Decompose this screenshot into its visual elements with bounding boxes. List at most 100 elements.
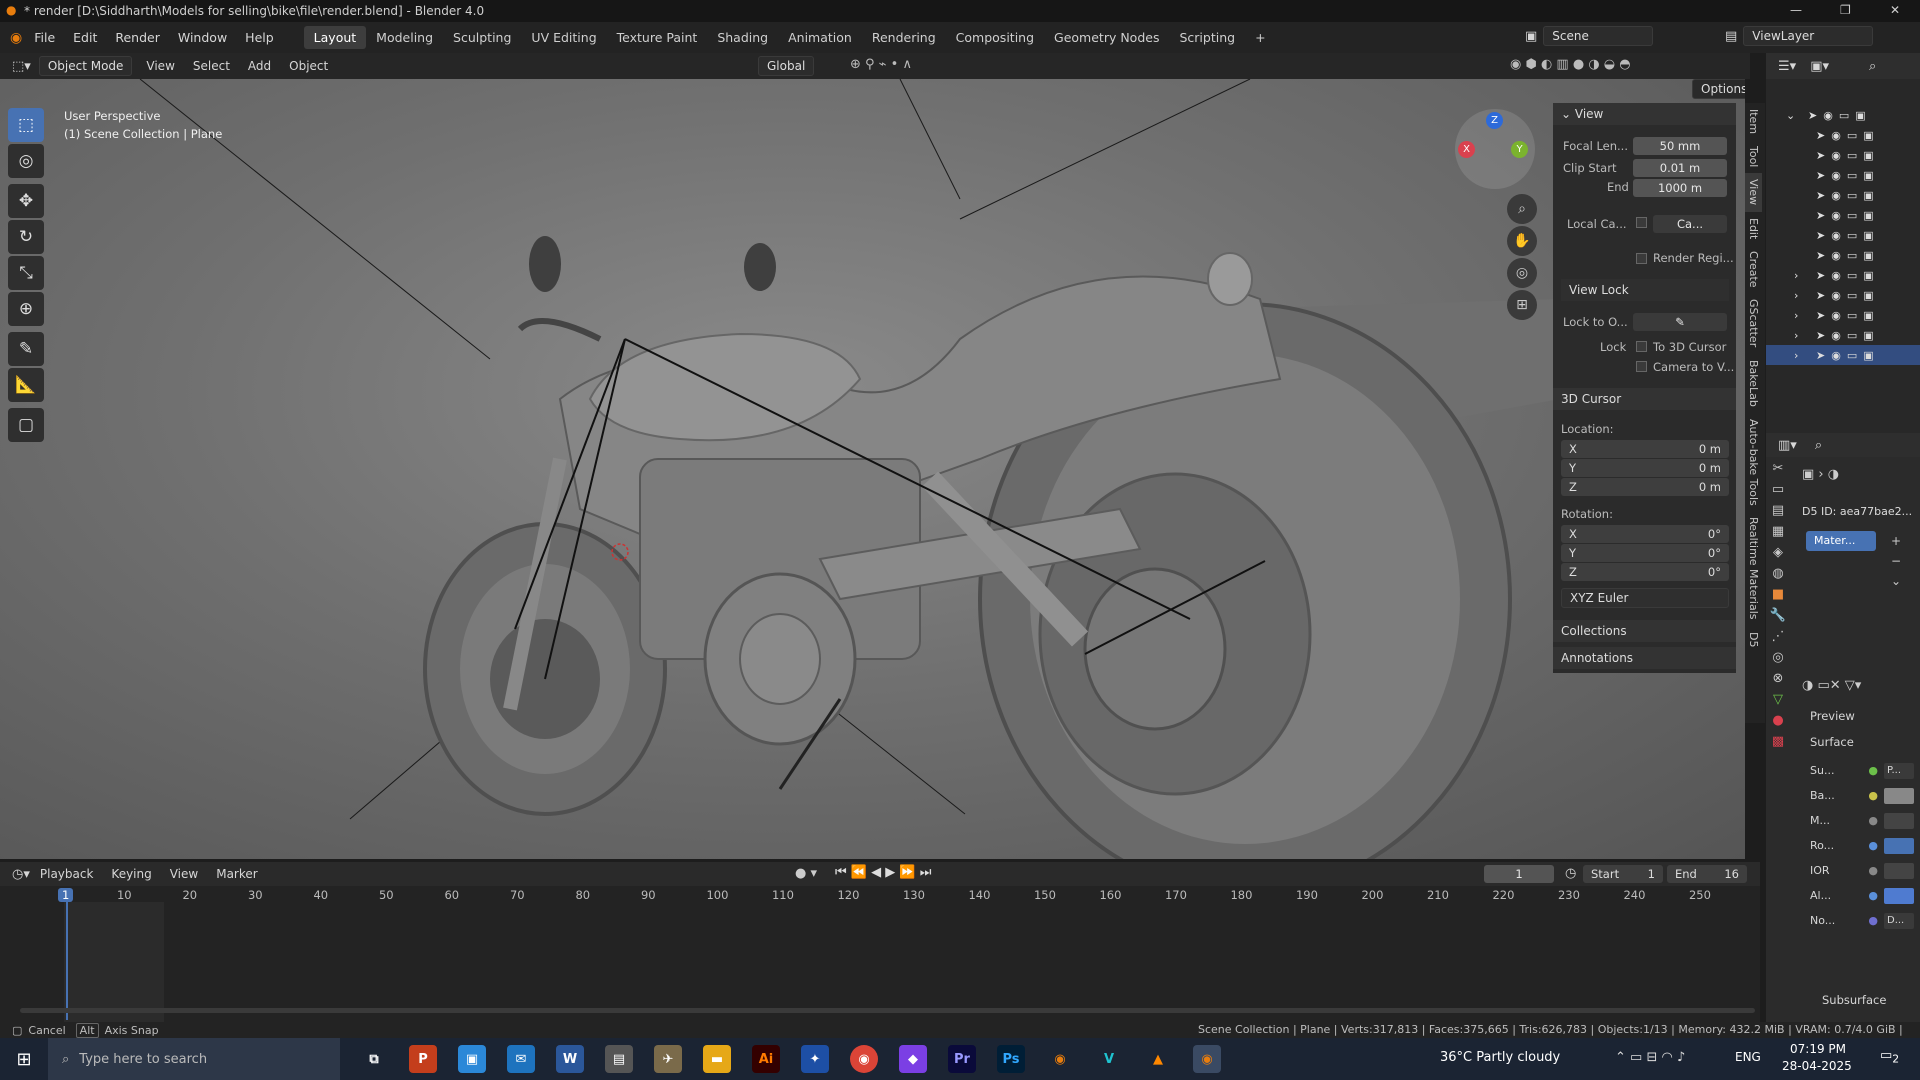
render-camera-icon[interactable]: ▣ [1863,189,1873,202]
timeline-editor-icon[interactable]: ◷▾ [12,867,30,882]
cursor-icon[interactable]: ◎ [8,144,44,178]
surface-property-value[interactable]: ● [1868,812,1914,829]
app-icon-3[interactable]: ✦ [801,1045,829,1073]
blender-active-icon[interactable]: ◉ [1193,1045,1221,1073]
cursor-rotation-x-field[interactable]: X 0° [1561,525,1729,543]
expand-icon[interactable]: › [1794,329,1808,342]
app-icon[interactable]: ✉ [507,1045,535,1073]
local-camera-field[interactable]: Ca... [1653,215,1727,233]
surface-property-row[interactable]: Al... ● [1810,883,1914,908]
surface-property-value[interactable]: ● [1868,887,1914,904]
outliner-row[interactable]: › ➤ ◉ ▭ ▣ [1766,325,1920,345]
visibility-eye-icon[interactable]: ◉ [1831,269,1841,282]
windows-start-icon[interactable]: ⊞ [0,1049,48,1070]
microsoft-365-icon[interactable]: ◆ [899,1045,927,1073]
render-camera-icon[interactable]: ▣ [1863,209,1873,222]
outliner-row[interactable]: ➤ ◉ ▭ ▣ [1766,225,1920,245]
modifier-tab-icon[interactable]: 🔧 [1770,608,1786,623]
tab-sculpting[interactable]: Sculpting [443,26,521,49]
material-tab-icon[interactable]: ● [1772,713,1783,728]
clip-start-field[interactable]: 0.01 m [1633,159,1727,177]
visibility-eye-icon[interactable]: ◉ [1831,349,1841,362]
surface-property-row[interactable]: M... ● [1810,808,1914,833]
viewport-display-icon[interactable]: ▭ [1847,209,1857,222]
viewport-display-icon[interactable]: ▭ [1847,289,1857,302]
scale-icon[interactable]: ⤡ [8,256,44,290]
properties-editor-icon[interactable]: ▥▾ [1778,438,1797,453]
visibility-eye-icon[interactable]: ◉ [1823,109,1833,122]
data-tab-icon[interactable]: ▽ [1773,692,1783,707]
select-icon[interactable]: ➤ [1816,289,1825,302]
texture-tab-icon[interactable]: ▩ [1772,734,1784,749]
weather-widget[interactable]: 36°C Partly cloudy [1440,1050,1560,1065]
scene-selector[interactable]: ▣ Scene [1525,26,1654,46]
select-icon[interactable]: ➤ [1808,109,1817,122]
focal-length-field[interactable]: 50 mm [1633,137,1727,155]
clock-icon[interactable]: ◷ [1565,866,1576,881]
powerpoint-icon[interactable]: P [409,1045,437,1073]
viewport-menu-view[interactable]: View [146,59,174,73]
material-slot[interactable]: Mater... [1806,531,1876,551]
slot-controls[interactable]: + − ⌄ [1891,531,1901,591]
app-store-icon[interactable]: ▣ [458,1045,486,1073]
select-icon[interactable]: ➤ [1816,329,1825,342]
visibility-eye-icon[interactable]: ◉ [1831,249,1841,262]
render-camera-icon[interactable]: ▣ [1863,329,1873,342]
tab-view[interactable]: View [1745,173,1762,212]
tab-animation[interactable]: Animation [778,26,862,49]
outliner-row[interactable]: ➤ ◉ ▭ ▣ [1766,185,1920,205]
surface-property-row[interactable]: IOR ● [1810,858,1914,883]
render-region-checkbox[interactable] [1636,253,1647,264]
select-icon[interactable]: ➤ [1816,309,1825,322]
surface-property-row[interactable]: Su... ● P... [1810,758,1914,783]
visibility-eye-icon[interactable]: ◉ [1831,189,1841,202]
illustrator-icon[interactable]: Ai [752,1045,780,1073]
annotate-icon[interactable]: ✎ [8,332,44,366]
3d-cursor-section-header[interactable]: 3D Cursor [1553,388,1736,410]
tab-scripting[interactable]: Scripting [1169,26,1245,49]
blender-logo-icon[interactable]: ◉ [10,30,22,46]
add-cube-icon[interactable]: ▢ [8,408,44,442]
viewport-display-icon[interactable]: ▭ [1847,169,1857,182]
overlay-icons[interactable]: ◉ ⬢ ◐ ▥ ● ◑ ◒ ◓ [1510,57,1631,72]
world-tab-icon[interactable]: ◍ [1772,566,1783,581]
tab-compositing[interactable]: Compositing [946,26,1044,49]
cursor-location-x-field[interactable]: X0 m [1561,440,1729,458]
viewport-menu-add[interactable]: Add [248,59,271,73]
premiere-icon[interactable]: Pr [948,1045,976,1073]
outliner-row[interactable]: › ➤ ◉ ▭ ▣ [1766,285,1920,305]
playback-menu[interactable]: Playback [40,867,94,881]
clock-date[interactable]: 28-04-2025 [1782,1059,1852,1073]
local-camera-checkbox[interactable] [1636,217,1647,228]
surface-section-header[interactable]: Surface [1810,735,1854,749]
tab-auto-bake-tools[interactable]: Auto-bake Tools [1745,413,1762,512]
tab-rendering[interactable]: Rendering [862,26,946,49]
outliner-row[interactable]: › ➤ ◉ ▭ ▣ [1766,265,1920,285]
tab-bakelab[interactable]: BakeLab [1745,354,1762,413]
rotation-mode-dropdown[interactable]: XYZ Euler [1561,588,1729,608]
visibility-eye-icon[interactable]: ◉ [1831,169,1841,182]
expand-icon[interactable]: ⌄ [1786,109,1800,122]
minimize-button[interactable]: — [1790,3,1802,17]
menu-file[interactable]: File [34,30,55,45]
viewlayer-name[interactable]: ViewLayer [1743,26,1874,46]
lock-3d-cursor-checkbox[interactable] [1636,341,1647,352]
playback-controls[interactable]: ⏮ ⏪ ◀ ▶ ⏩ ⏭ [835,865,931,880]
expand-icon[interactable]: › [1794,309,1808,322]
camera-to-view-checkbox[interactable] [1636,361,1647,372]
file-explorer-icon[interactable]: ▬ [703,1045,731,1073]
viewport-options-button[interactable]: Options [1692,79,1745,99]
camera-view-icon[interactable]: ◎ [1507,258,1537,288]
subsurface-section-header[interactable]: Subsurface [1822,993,1886,1007]
collections-section-header[interactable]: Collections [1553,620,1736,642]
outliner-row[interactable]: ➤ ◉ ▭ ▣ [1766,125,1920,145]
outliner-row[interactable]: › ➤ ◉ ▭ ▣ [1766,345,1920,365]
scene-tab-icon[interactable]: ◈ [1773,545,1783,560]
move-icon[interactable]: ✥ [8,184,44,218]
tab-edit[interactable]: Edit [1745,212,1762,245]
add-workspace-button[interactable]: + [1245,26,1275,49]
tab-uv-editing[interactable]: UV Editing [521,26,606,49]
render-camera-icon[interactable]: ▣ [1863,229,1873,242]
gizmo-x-axis[interactable]: X [1458,141,1475,158]
tab-texture-paint[interactable]: Texture Paint [607,26,708,49]
